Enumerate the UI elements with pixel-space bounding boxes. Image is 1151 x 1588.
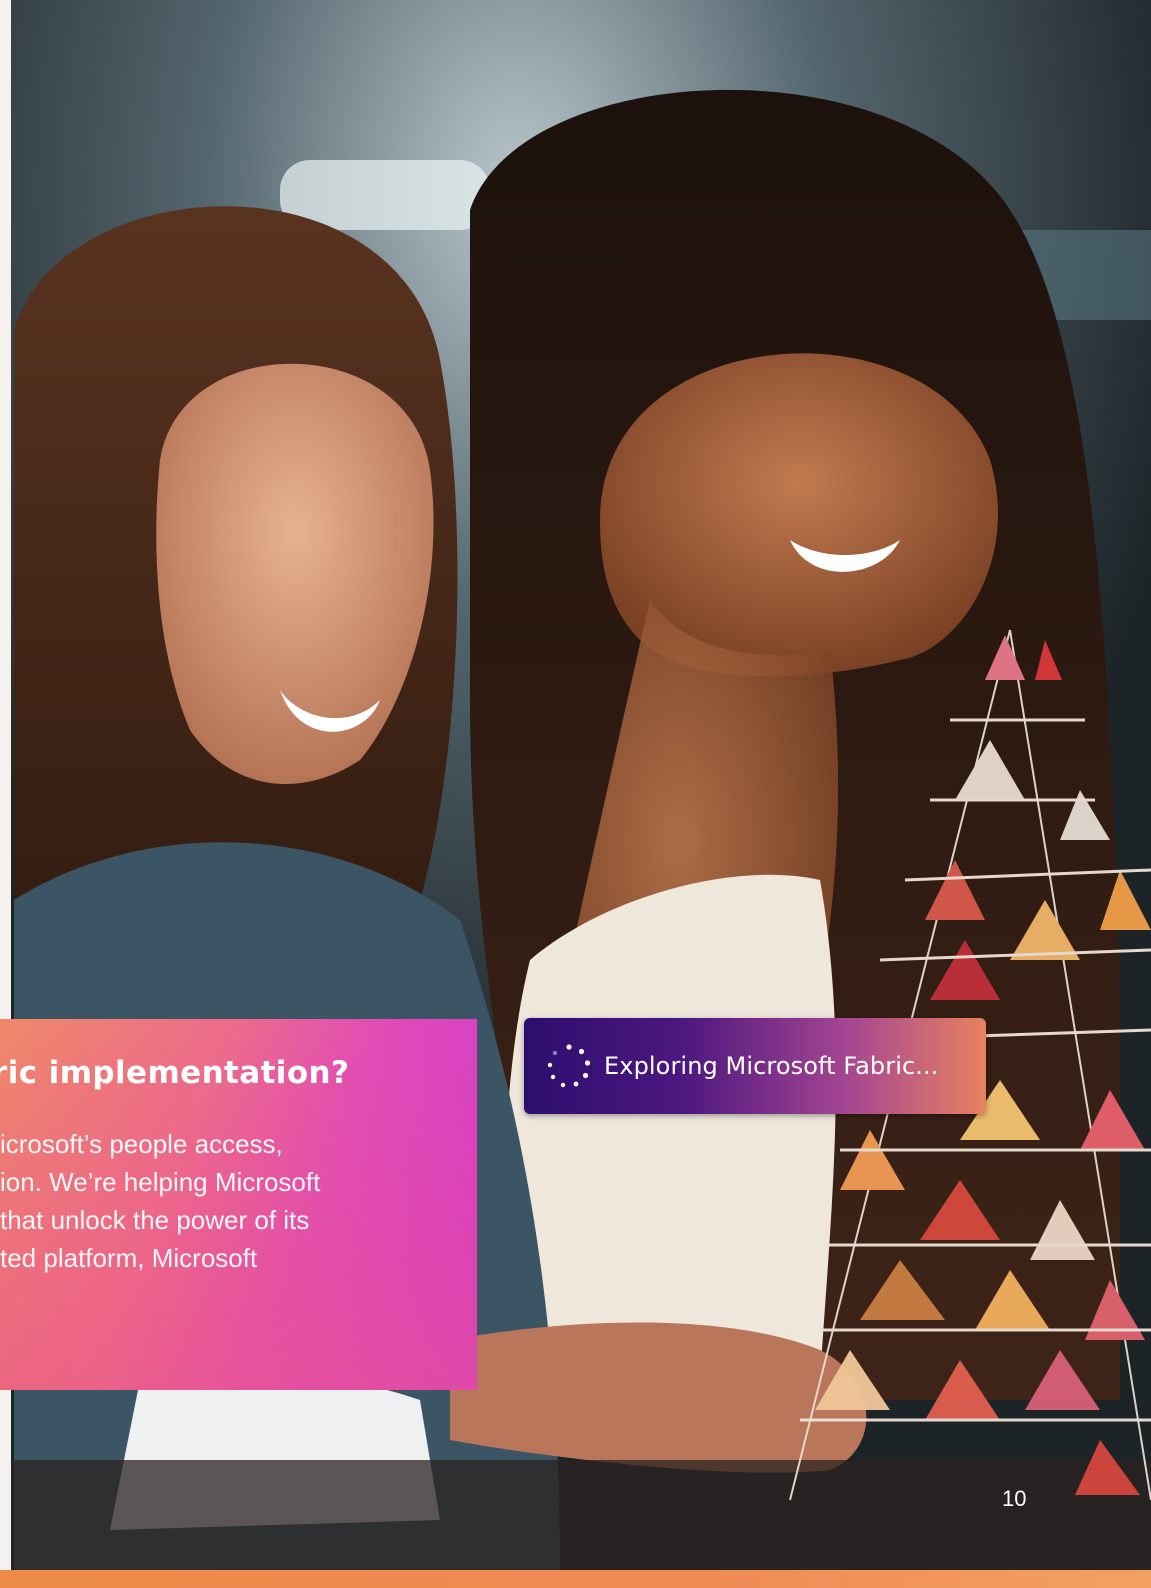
footer-accent-bar <box>0 1570 1151 1588</box>
callout-title: ric implementation? <box>0 1055 350 1091</box>
callout-box: ric implementation? icrosoft’s people ac… <box>0 1019 477 1390</box>
exploring-fabric-badge: Exploring Microsoft Fabric... <box>524 1018 986 1114</box>
loading-dots-icon <box>547 1044 591 1088</box>
page-number: 10 <box>1002 1486 1027 1511</box>
callout-body-line: ion. We’re helping Microsoft <box>0 1167 321 1197</box>
brochure-page: ric implementation? icrosoft’s people ac… <box>0 0 1151 1588</box>
badge-label: Exploring Microsoft Fabric... <box>604 1052 939 1080</box>
callout-body: icrosoft’s people access, ion. We’re hel… <box>0 1125 320 1277</box>
callout-body-line: that unlock the power of its <box>0 1205 310 1235</box>
callout-body-line: icrosoft’s people access, <box>0 1129 283 1159</box>
callout-body-line: ted platform, Microsoft <box>0 1243 258 1273</box>
